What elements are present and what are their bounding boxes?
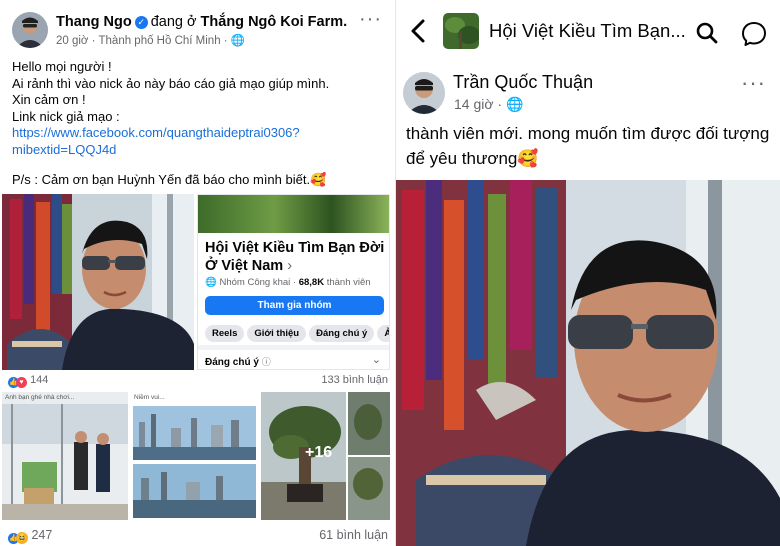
photo-caption: Niềm vui... xyxy=(134,394,165,401)
fake-profile-link-cont[interactable]: mibextid=LQQJ4d xyxy=(12,142,387,159)
divider xyxy=(198,345,389,350)
tab-about[interactable]: Giới thiệu xyxy=(247,325,307,342)
group-preview-card[interactable]: Hội Việt Kiều Tìm Bạn Đời Ở Việt Nam › 🌐… xyxy=(197,194,390,370)
chevron-down-icon[interactable]: ⌄ xyxy=(372,353,381,366)
photo-visitors[interactable]: Anh bạn ghé nhà chơi... xyxy=(2,392,128,520)
photo-bonsai[interactable]: +16 xyxy=(261,392,390,520)
group-cover-photo xyxy=(198,195,389,233)
tab-photos[interactable]: Ả xyxy=(377,325,389,342)
group-thumbnail[interactable] xyxy=(443,13,479,49)
comment-count[interactable]: 133 bình luận xyxy=(321,374,388,386)
group-title[interactable]: Hội Việt Kiều Tìm Bạn... xyxy=(489,20,686,42)
more-options-icon[interactable]: ··· xyxy=(359,8,382,31)
join-group-button[interactable]: Tham gia nhóm xyxy=(205,296,384,315)
post-meta: 14 giờ · 🌐 xyxy=(454,96,524,112)
more-photos-count[interactable]: +16 xyxy=(305,444,332,462)
selfie-photo[interactable] xyxy=(396,180,780,546)
back-arrow-icon[interactable] xyxy=(408,18,430,44)
featured-label: Đáng chú ý xyxy=(205,357,259,368)
photo-city[interactable]: Niềm vui... xyxy=(131,392,258,520)
featured-section-header: Đáng chú ý ⓘ xyxy=(205,355,271,368)
fake-profile-link[interactable]: https://www.facebook.com/quangthaideptra… xyxy=(12,125,387,142)
globe-icon: 🌐 xyxy=(506,96,524,112)
love-reaction-icon: ♥ xyxy=(16,377,27,388)
left-screenshot: Thang Ngo ✓ đang ở Thắng Ngô Koi Farm. 20 … xyxy=(0,0,392,546)
group-member-label: thành viên xyxy=(326,277,371,288)
author-avatar[interactable] xyxy=(12,12,48,48)
group-member-count: 68,8K xyxy=(298,277,325,288)
post-stats: 👍😆 247 61 bình luận xyxy=(8,528,388,544)
post-meta: 20 giờ · Thành phố Hồ Chí Minh · 🌐 xyxy=(56,35,246,47)
post-line: Ai rảnh thì vào nick ảo này báo cáo giả … xyxy=(12,75,330,91)
group-meta: 🌐 Nhóm Công khai · 68,8K thành viên xyxy=(205,277,371,288)
post-time[interactable]: 20 giờ xyxy=(56,35,88,47)
tab-featured[interactable]: Đáng chú ý xyxy=(309,325,375,342)
selfie-photo[interactable] xyxy=(2,194,194,370)
post-ps: P/s : Cảm ơn bạn Huỳnh Yến đã báo cho mì… xyxy=(12,172,327,187)
info-icon[interactable]: ⓘ xyxy=(262,357,271,367)
group-tabs: ReelsGiới thiệuĐáng chú ýẢ xyxy=(205,323,389,342)
chat-bubble-icon[interactable] xyxy=(741,21,767,47)
reaction-count[interactable]: 144 xyxy=(30,374,48,386)
post-city: Thành phố Hồ Chí Minh xyxy=(98,35,221,47)
post-line: Hello mọi người ! xyxy=(12,59,112,74)
globe-icon: 🌐 xyxy=(205,277,217,288)
verified-badge-icon: ✓ xyxy=(134,16,148,29)
post-time[interactable]: 14 giờ xyxy=(454,96,494,112)
author-name[interactable]: Trần Quốc Thuận xyxy=(453,72,593,93)
post-line: Link nick giả mạo : xyxy=(12,108,120,124)
group-title-text: Hội Việt Kiều Tìm Bạn Đời Ở Việt Nam xyxy=(205,240,385,274)
tab-reels[interactable]: Reels xyxy=(205,325,245,342)
search-icon[interactable] xyxy=(696,22,718,44)
comment-count[interactable]: 61 bình luận xyxy=(319,528,388,542)
haha-reaction-icon: 😆 xyxy=(16,532,28,544)
group-title[interactable]: Hội Việt Kiều Tìm Bạn Đời Ở Việt Nam › xyxy=(205,239,385,275)
author-avatar[interactable] xyxy=(403,72,445,114)
post-line: Xin cảm ơn ! xyxy=(12,92,86,107)
right-screenshot: Hội Việt Kiều Tìm Bạn... Trần Quốc Thuận… xyxy=(395,0,780,546)
post-stats: 👍 ♥ 144 133 bình luận xyxy=(8,374,388,390)
post-text: Hello mọi người ! Ai rảnh thì vào nick ả… xyxy=(12,59,387,158)
photo-caption: Anh bạn ghé nhà chơi... xyxy=(5,394,75,401)
location-name[interactable]: Thắng Ngô Koi Farm. xyxy=(201,14,348,30)
more-options-icon[interactable]: ··· xyxy=(741,70,766,96)
group-privacy: Nhóm Công khai xyxy=(219,277,291,288)
location-prefix: đang ở xyxy=(150,14,197,30)
chevron-right-icon: › xyxy=(287,258,293,274)
globe-icon: 🌐 xyxy=(230,35,246,47)
author-line: Thang Ngo ✓ đang ở Thắng Ngô Koi Farm. xyxy=(56,14,347,30)
author-name[interactable]: Thang Ngo xyxy=(56,14,132,30)
post-text: thành viên mới. mong muốn tìm được đối t… xyxy=(406,124,770,168)
reaction-count[interactable]: 247 xyxy=(31,528,52,542)
